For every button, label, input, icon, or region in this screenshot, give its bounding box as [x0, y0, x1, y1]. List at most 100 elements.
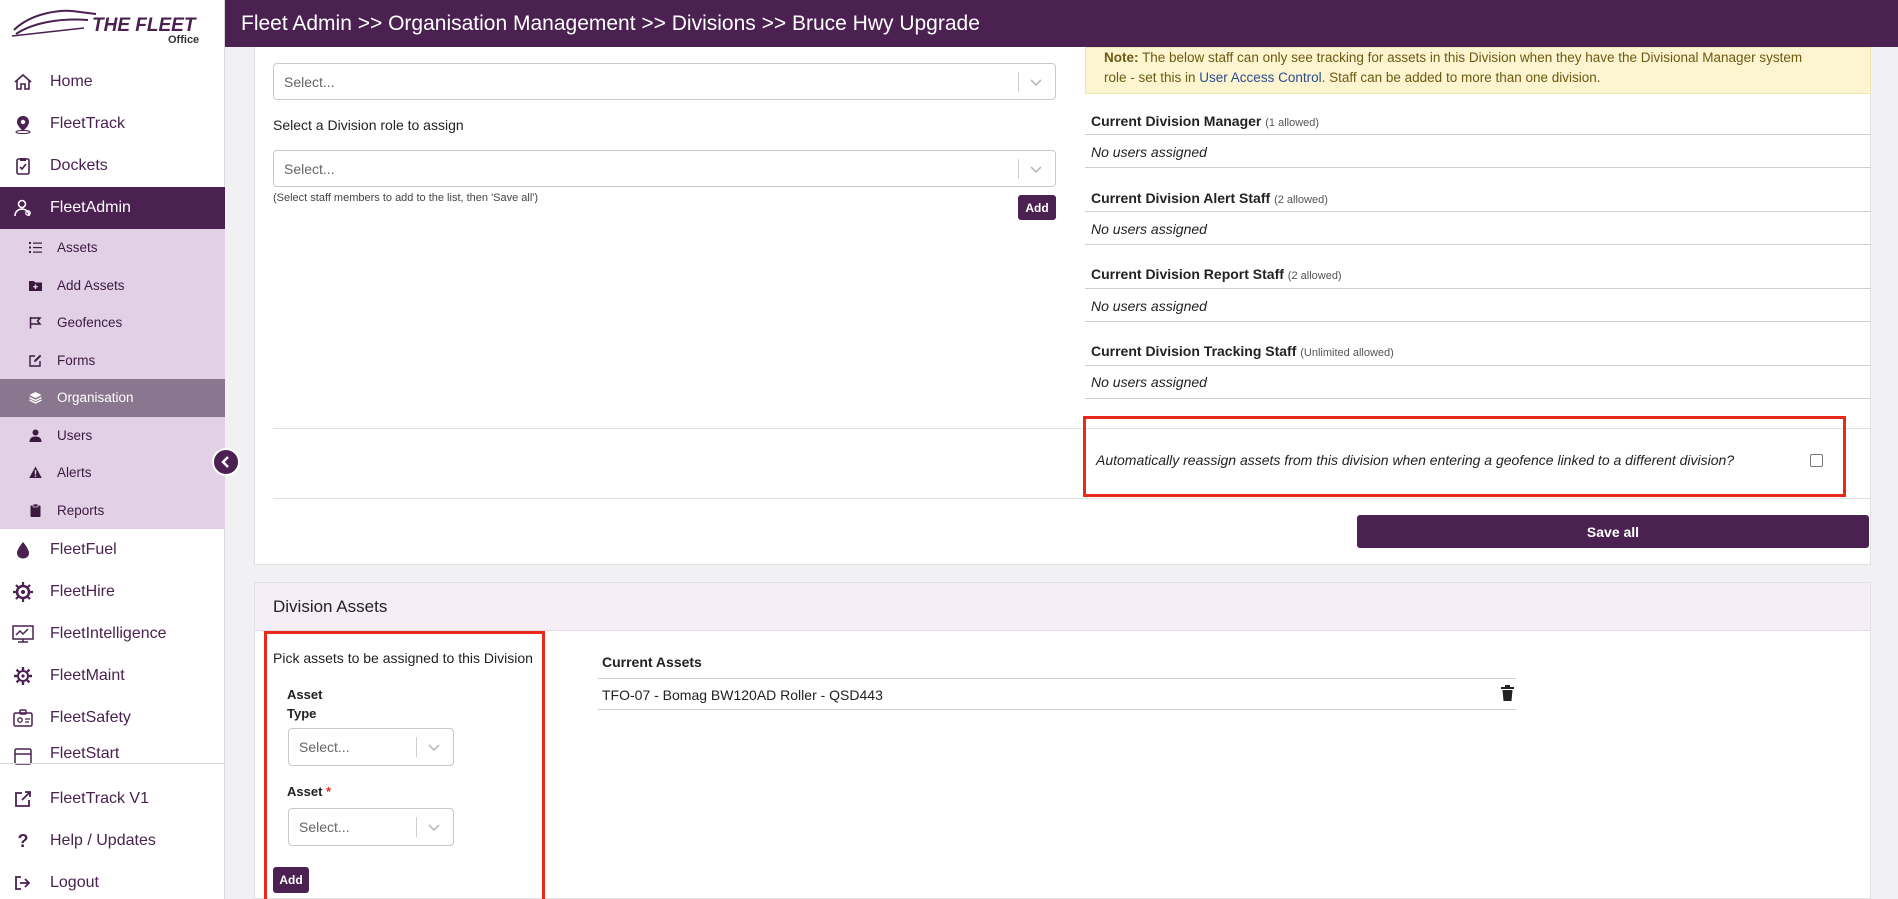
- sidebar-item-label: FleetIntelligence: [50, 625, 167, 642]
- chevron-left-icon: [221, 456, 229, 468]
- sidebar-sub-item-label: Users: [57, 427, 93, 443]
- safety-badge-icon: [12, 707, 34, 729]
- sidebar-item-home[interactable]: Home: [0, 61, 225, 103]
- sidebar-item-label: FleetTrack V1: [50, 790, 149, 807]
- divider: [1085, 288, 1871, 289]
- sidebar-item-label: FleetAdmin: [50, 199, 131, 216]
- sidebar-item-label: FleetFuel: [50, 541, 117, 558]
- division-alert-staff-title: Current Division Alert Staff (2 allowed): [1091, 190, 1328, 206]
- sidebar-item-fleethire[interactable]: FleetHire: [0, 571, 225, 613]
- sidebar-item-label: FleetTrack: [50, 115, 125, 132]
- flag-icon: [28, 316, 42, 330]
- sidebar-sub-item-geofences[interactable]: Geofences: [0, 304, 225, 342]
- divider: [598, 678, 1516, 679]
- sidebar-item-fleetadmin[interactable]: FleetAdmin: [0, 187, 225, 229]
- page-header: Fleet Admin >> Organisation Management >…: [225, 0, 1898, 47]
- auto-reassign-label: Automatically reassign assets from this …: [1096, 452, 1735, 468]
- list-icon: [28, 241, 42, 255]
- note-text: The below staff can only see tracking fo…: [1138, 50, 1803, 65]
- sidebar-item-help[interactable]: ? Help / Updates: [0, 820, 225, 862]
- hire-gear-icon: [12, 581, 34, 603]
- sidebar-sub-item-label: Geofences: [57, 315, 123, 331]
- auto-reassign-checkbox[interactable]: [1810, 454, 1823, 467]
- logo-subtext: Office: [168, 34, 199, 44]
- divider: [1085, 211, 1871, 212]
- division-report-staff-title: Current Division Report Staff (2 allowed…: [1091, 266, 1342, 282]
- division-manager-title: Current Division Manager (1 allowed): [1091, 113, 1320, 129]
- chevron-down-icon: [1030, 166, 1042, 174]
- add-staff-button[interactable]: Add: [1018, 195, 1056, 220]
- divider: [1085, 167, 1871, 168]
- division-tracking-staff-title: Current Division Tracking Staff (Unlimit…: [1091, 343, 1394, 359]
- sidebar-item-label: Dockets: [50, 157, 108, 174]
- chevron-down-icon: [1030, 79, 1042, 87]
- user-access-control-link[interactable]: User Access Control: [1199, 70, 1321, 85]
- division-tracking-staff-value: No users assigned: [1091, 374, 1207, 390]
- sidebar-sub-item-organisation[interactable]: Organisation: [0, 379, 225, 417]
- sidebar-sub-item-forms[interactable]: Forms: [0, 341, 225, 379]
- sidebar-sub-item-reports[interactable]: Reports: [0, 491, 225, 529]
- admin-user-icon: [12, 197, 34, 219]
- sidebar-sub-item-label: Reports: [57, 502, 105, 518]
- note-prefix: Note:: [1104, 50, 1139, 65]
- divider: [1085, 321, 1871, 322]
- sidebar: THE FLEET Office Home FleetTrack Dockets…: [0, 0, 225, 899]
- clipboard-icon: [12, 155, 34, 177]
- select-placeholder: Select...: [284, 160, 335, 177]
- sidebar-item-dockets[interactable]: Dockets: [0, 145, 225, 187]
- sidebar-item-fleetsafety[interactable]: FleetSafety: [0, 697, 225, 739]
- sidebar-divider: [0, 763, 225, 764]
- sidebar-sub-item-alerts[interactable]: Alerts: [0, 454, 225, 492]
- sidebar-sub-item-users[interactable]: Users: [0, 416, 225, 454]
- current-assets-title: Current Assets: [602, 654, 702, 670]
- save-all-button[interactable]: Save all: [1357, 515, 1869, 548]
- fleet-office-logo[interactable]: THE FLEET Office: [0, 0, 224, 47]
- current-asset-row: TFO-07 - Bomag BW120AD Roller - QSD443: [602, 687, 883, 703]
- sidebar-item-label: FleetHire: [50, 583, 115, 600]
- sidebar-item-logout[interactable]: Logout: [0, 862, 225, 899]
- staff-hint: (Select staff members to add to the list…: [273, 192, 539, 204]
- collapse-sidebar-button[interactable]: [212, 448, 240, 476]
- sidebar-sub-item-assets[interactable]: Assets: [0, 229, 225, 267]
- sidebar-item-fleetintelligence[interactable]: FleetIntelligence: [0, 613, 225, 655]
- sidebar-sub-item-label: Add Assets: [57, 277, 125, 293]
- divider: [1085, 134, 1871, 135]
- home-icon: [12, 71, 34, 93]
- folder-plus-icon: [28, 278, 42, 292]
- breadcrumb: Fleet Admin >> Organisation Management >…: [241, 11, 980, 35]
- select-placeholder: Select...: [284, 73, 335, 90]
- role-label: Select a Division role to assign: [273, 117, 464, 133]
- staff-select[interactable]: Select...: [273, 63, 1056, 100]
- sidebar-item-label: Help / Updates: [50, 832, 156, 849]
- note-text: . Staff can be added to more than one di…: [1321, 70, 1601, 85]
- sidebar-sub-item-label: Forms: [57, 352, 96, 368]
- logo-text: THE FLEET: [92, 15, 197, 36]
- division-assets-title: Division Assets: [255, 583, 1870, 631]
- sidebar-item-fleettrack-v1[interactable]: FleetTrack V1: [0, 778, 225, 820]
- division-role-select[interactable]: Select...: [273, 150, 1056, 187]
- trash-icon[interactable]: [1501, 685, 1514, 706]
- logout-icon: [12, 872, 34, 894]
- sidebar-item-label: FleetSafety: [50, 709, 131, 726]
- divider: [598, 709, 1516, 710]
- sidebar-item-fleettrack[interactable]: FleetTrack: [0, 103, 225, 145]
- question-icon: ?: [17, 830, 29, 851]
- divider: [1085, 365, 1871, 366]
- sidebar-sub-item-label: Assets: [57, 240, 98, 256]
- sidebar-item-fleetmaint[interactable]: FleetMaint: [0, 655, 225, 697]
- warning-icon: [28, 466, 42, 480]
- division-report-staff-value: No users assigned: [1091, 298, 1207, 314]
- sidebar-item-label: FleetMaint: [50, 667, 125, 684]
- divider: [1085, 398, 1871, 399]
- layers-icon: [28, 391, 42, 405]
- external-link-icon: [12, 788, 34, 810]
- sidebar-sub-item-add-assets[interactable]: Add Assets: [0, 266, 225, 304]
- fuel-drop-icon: [12, 539, 34, 561]
- edit-icon: [28, 353, 42, 367]
- divider: [273, 498, 1871, 499]
- sidebar-sub-item-label: Organisation: [57, 390, 134, 406]
- note-text: role - set this in: [1104, 70, 1200, 85]
- map-pin-icon: [12, 113, 34, 135]
- sidebar-item-fleetfuel[interactable]: FleetFuel: [0, 529, 225, 571]
- monitor-chart-icon: [12, 623, 34, 645]
